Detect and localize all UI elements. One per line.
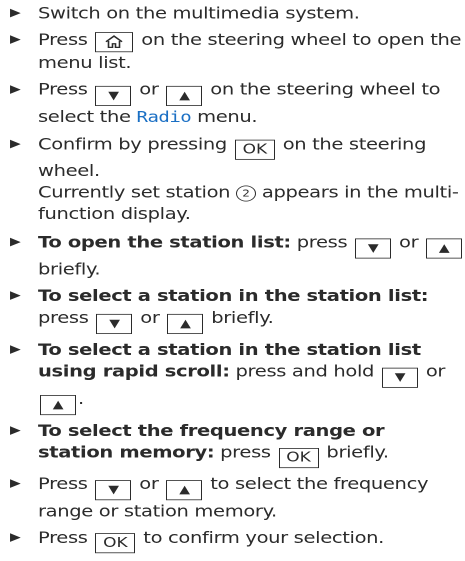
bullet-arrow-icon: ▶ bbox=[10, 423, 21, 437]
note-text: Currently set station bbox=[38, 183, 231, 202]
step-frequency-range: ▶ To select the frequency range or stati… bbox=[10, 420, 465, 469]
step-text: Press bbox=[38, 528, 88, 547]
bullet-arrow-icon: ▶ bbox=[10, 32, 21, 46]
step-select-frequency: ▶ Press ▼ or ▲ to select the frequency r… bbox=[10, 473, 465, 522]
step-text: briefly. bbox=[326, 443, 389, 462]
step-text: . bbox=[78, 389, 84, 408]
instruction-page: ▶ Switch on the multimedia system. ▶ Pre… bbox=[0, 0, 465, 554]
step-heading: To open the station list: bbox=[38, 232, 291, 252]
ok-key: OK bbox=[234, 139, 275, 160]
step-select-station: ▶ To select a station in the station lis… bbox=[10, 285, 465, 335]
callout-number: 2 bbox=[236, 185, 257, 202]
or-text: or bbox=[140, 308, 160, 327]
ok-key: OK bbox=[95, 533, 136, 554]
step-switch-on: ▶ Switch on the multimedia system. bbox=[10, 2, 465, 24]
up-key-icon: ▲ bbox=[167, 313, 204, 335]
step-select-radio-menu: ▶ Press ▼ or ▲ on the steering wheel to … bbox=[10, 79, 465, 129]
radio-menu-name: Radio bbox=[136, 108, 192, 127]
bullet-arrow-icon: ▶ bbox=[10, 235, 21, 249]
up-key-icon: ▲ bbox=[40, 395, 76, 416]
bullet-arrow-icon: ▶ bbox=[10, 342, 21, 356]
bullet-arrow-icon: ▶ bbox=[10, 82, 21, 96]
step-rapid-scroll: ▶ To select a station in the station lis… bbox=[10, 339, 465, 416]
bullet-arrow-icon: ▶ bbox=[10, 137, 21, 151]
bullet-arrow-icon: ▶ bbox=[10, 6, 21, 20]
step-heading: To select a station in the station list: bbox=[38, 286, 429, 306]
home-icon bbox=[105, 35, 124, 49]
step-text: briefly. bbox=[38, 260, 101, 279]
step-text: press and hold bbox=[235, 362, 375, 381]
down-key-icon: ▼ bbox=[96, 313, 133, 335]
down-key-icon: ▼ bbox=[95, 85, 132, 106]
step-text: Press bbox=[38, 30, 88, 49]
bullet-arrow-icon: ▶ bbox=[10, 530, 21, 544]
down-key-icon: ▼ bbox=[355, 238, 392, 259]
step-text: Press bbox=[38, 474, 88, 493]
step-open-menu-list: ▶ Press on the steering wheel to open th… bbox=[10, 29, 465, 74]
or-text: or bbox=[425, 362, 446, 381]
step-text: to confirm your selection. bbox=[143, 528, 385, 547]
step-confirm-selection: ▶ Press OK to confirm your selection. bbox=[10, 527, 465, 554]
or-text: or bbox=[139, 80, 159, 99]
step-text: Confirm by pressing bbox=[38, 134, 227, 154]
bullet-arrow-icon: ▶ bbox=[10, 476, 21, 490]
step-text: Press bbox=[38, 80, 88, 99]
result-note: Currently set station 2 appears in the m… bbox=[38, 181, 465, 224]
down-key-icon: ▼ bbox=[95, 480, 132, 501]
ok-key: OK bbox=[278, 448, 319, 469]
home-key-icon bbox=[95, 32, 134, 53]
or-text: or bbox=[139, 474, 159, 493]
step-text: briefly. bbox=[211, 308, 274, 327]
step-text: Switch on the multimedia system. bbox=[38, 4, 360, 23]
step-text: press bbox=[38, 308, 89, 327]
step-text: menu. bbox=[197, 107, 258, 127]
step-confirm-ok: ▶ Confirm by pressing OK on the steering… bbox=[10, 133, 465, 225]
up-key-icon: ▲ bbox=[166, 480, 203, 501]
step-text: press bbox=[296, 232, 348, 252]
step-open-station-list: ▶ To open the station list: press ▼ or ▲… bbox=[10, 231, 465, 280]
bullet-arrow-icon: ▶ bbox=[10, 289, 21, 302]
up-key-icon: ▲ bbox=[166, 85, 203, 106]
down-key-icon: ▼ bbox=[381, 367, 418, 388]
up-key-icon: ▲ bbox=[426, 238, 463, 259]
step-text: press bbox=[220, 443, 271, 462]
or-text: or bbox=[399, 232, 419, 252]
